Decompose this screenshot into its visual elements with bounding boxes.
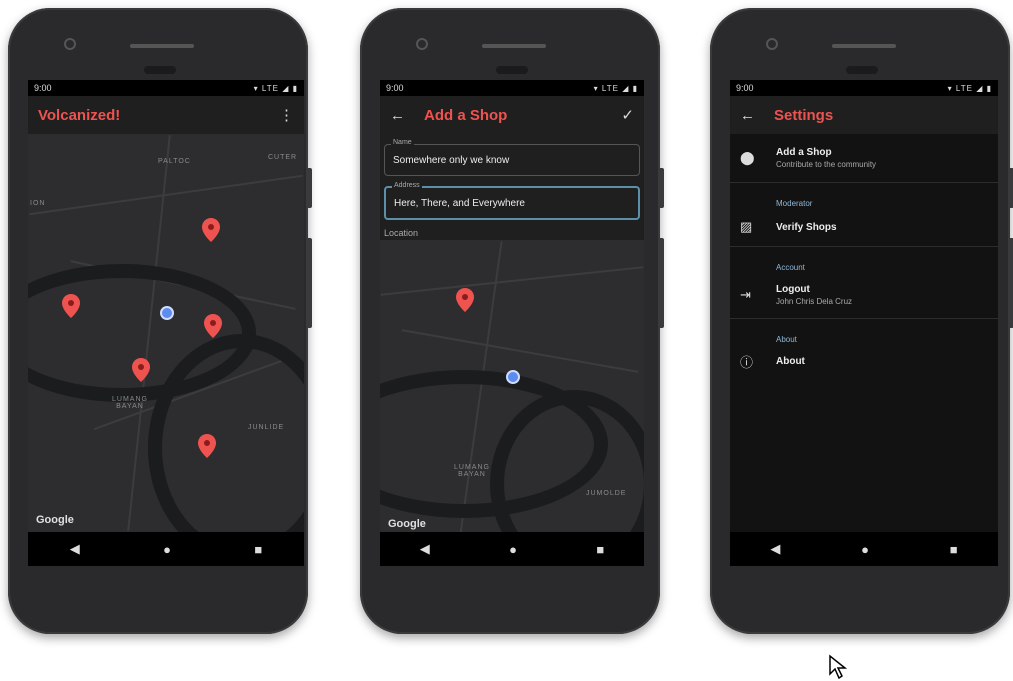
nav-bar: ◀ ● ■ <box>730 532 998 566</box>
app-bar: ← Add a Shop ✓ <box>380 96 644 134</box>
name-field-label: Name <box>391 139 414 146</box>
status-time: 9:00 <box>386 83 404 93</box>
form-area: Name Somewhere only we know Address Here… <box>380 134 644 240</box>
phone-frame-add-shop: 9:00 ▾ LTE ◢ ▮ ← Add a Shop ✓ Name Somew… <box>360 8 664 634</box>
nav-recents-icon[interactable]: ■ <box>596 542 604 557</box>
about-title: About <box>776 355 805 367</box>
map-label: JUNLIDE <box>248 424 285 431</box>
map-road <box>380 266 644 296</box>
settings-item-about[interactable]: ⓘ About <box>730 344 998 378</box>
location-map[interactable]: LUMANG BAYAN JUMOLDE Google <box>380 240 644 536</box>
address-field[interactable]: Address Here, There, and Everywhere <box>384 182 640 220</box>
location-pin-icon: ⬤ <box>740 150 755 165</box>
earpiece <box>832 44 896 48</box>
arrow-left-icon[interactable]: ← <box>740 107 762 124</box>
map-label: PALTOC <box>158 158 191 165</box>
map-pin-icon[interactable] <box>204 314 222 338</box>
map-pin-icon[interactable] <box>456 288 474 312</box>
map-label: LUMANG BAYAN <box>112 396 148 410</box>
map-pin-icon[interactable] <box>202 218 220 242</box>
logout-title: Logout <box>776 284 810 295</box>
add-shop-subtitle: Contribute to the community <box>776 160 877 169</box>
nav-back-icon[interactable]: ◀ <box>70 541 80 557</box>
status-time: 9:00 <box>34 83 52 93</box>
screen-add-shop: 9:00 ▾ LTE ◢ ▮ ← Add a Shop ✓ Name Somew… <box>380 80 644 566</box>
map-label: JUMOLDE <box>586 490 627 497</box>
mouse-cursor-icon <box>829 654 848 680</box>
current-location-dot <box>160 306 174 320</box>
map-pin-icon[interactable] <box>198 434 216 458</box>
status-icons: ▾ LTE ◢ ▮ <box>593 83 638 93</box>
map-label: CUTER <box>268 154 298 161</box>
add-shop-title: Add a Shop <box>776 147 832 158</box>
check-icon[interactable]: ✓ <box>612 106 634 124</box>
name-field[interactable]: Name Somewhere only we know <box>384 139 640 176</box>
address-field-label: Address <box>392 182 422 189</box>
speaker <box>496 66 528 74</box>
status-icons: ▾ LTE ◢ ▮ <box>947 83 992 93</box>
nav-back-icon[interactable]: ◀ <box>770 541 780 557</box>
google-logo: Google <box>36 514 74 526</box>
earpiece <box>482 44 546 48</box>
nav-recents-icon[interactable]: ■ <box>254 542 262 557</box>
nav-bar: ◀ ● ■ <box>28 532 304 566</box>
settings-item-verify-shops[interactable]: ▨ Verify Shops <box>730 208 998 246</box>
phone-frame-map: 9:00 ▾ LTE ◢ ▮ Volcanized! ⋮ PALTOC CUTE… <box>8 8 312 634</box>
map-pin-icon[interactable] <box>62 294 80 318</box>
settings-item-logout[interactable]: ⇥ Logout John Chris Dela Cruz <box>730 272 998 318</box>
status-icons: ▾ LTE ◢ ▮ <box>253 83 298 93</box>
section-header-moderator: Moderator <box>776 199 813 208</box>
speaker <box>846 66 878 74</box>
front-camera <box>766 38 778 50</box>
volume-button <box>660 238 664 328</box>
front-camera <box>416 38 428 50</box>
power-button <box>660 168 664 208</box>
verify-image-icon: ▨ <box>740 219 753 234</box>
settings-item-add-shop[interactable]: ⬤ Add a Shop Contribute to the community <box>730 134 998 182</box>
location-label: Location <box>384 228 419 238</box>
arrow-left-icon[interactable]: ← <box>390 107 412 124</box>
name-field-value: Somewhere only we know <box>393 155 510 166</box>
front-camera <box>64 38 76 50</box>
status-bar: 9:00 ▾ LTE ◢ ▮ <box>380 80 644 96</box>
app-bar: ← Settings <box>730 96 998 134</box>
more-vert-icon[interactable]: ⋮ <box>272 106 294 124</box>
status-bar: 9:00 ▾ LTE ◢ ▮ <box>28 80 304 96</box>
app-title: Settings <box>774 106 834 124</box>
app-title: Add a Shop <box>424 106 508 124</box>
speaker <box>144 66 176 74</box>
verify-shops-title: Verify Shops <box>776 221 837 233</box>
map-label: ION <box>30 200 46 207</box>
map-pin-icon[interactable] <box>132 358 150 382</box>
section-header-account: Account <box>776 263 805 272</box>
app-bar: Volcanized! ⋮ <box>28 96 304 134</box>
status-time: 9:00 <box>736 83 754 93</box>
map-road <box>29 174 303 216</box>
logout-subtitle: John Chris Dela Cruz <box>776 297 853 306</box>
google-logo: Google <box>388 518 426 530</box>
map-label: LUMANG BAYAN <box>454 464 490 478</box>
earpiece <box>130 44 194 48</box>
status-bar: 9:00 ▾ LTE ◢ ▮ <box>730 80 998 96</box>
app-title: Volcanized! <box>38 106 121 124</box>
power-button <box>308 168 312 208</box>
screen-settings: 9:00 ▾ LTE ◢ ▮ ← Settings ⬤ Add a Shop C… <box>730 80 998 566</box>
nav-home-icon[interactable]: ● <box>861 542 869 557</box>
nav-back-icon[interactable]: ◀ <box>420 541 430 557</box>
nav-home-icon[interactable]: ● <box>509 542 517 557</box>
logout-icon: ⇥ <box>740 287 751 302</box>
nav-recents-icon[interactable]: ■ <box>950 542 958 557</box>
address-field-value: Here, There, and Everywhere <box>394 198 525 209</box>
section-header-about: About <box>776 335 797 344</box>
volume-button <box>308 238 312 328</box>
nav-bar: ◀ ● ■ <box>380 532 644 566</box>
info-icon: ⓘ <box>740 354 754 370</box>
map-road <box>401 329 639 373</box>
screen-map: 9:00 ▾ LTE ◢ ▮ Volcanized! ⋮ PALTOC CUTE… <box>28 80 304 566</box>
nav-home-icon[interactable]: ● <box>163 542 171 557</box>
map-view[interactable]: PALTOC CUTER ION LUMANG BAYAN JUNLIDE Go… <box>28 134 304 532</box>
current-location-dot <box>506 370 520 384</box>
phone-frame-settings: 9:00 ▾ LTE ◢ ▮ ← Settings ⬤ Add a Shop C… <box>710 8 1013 634</box>
